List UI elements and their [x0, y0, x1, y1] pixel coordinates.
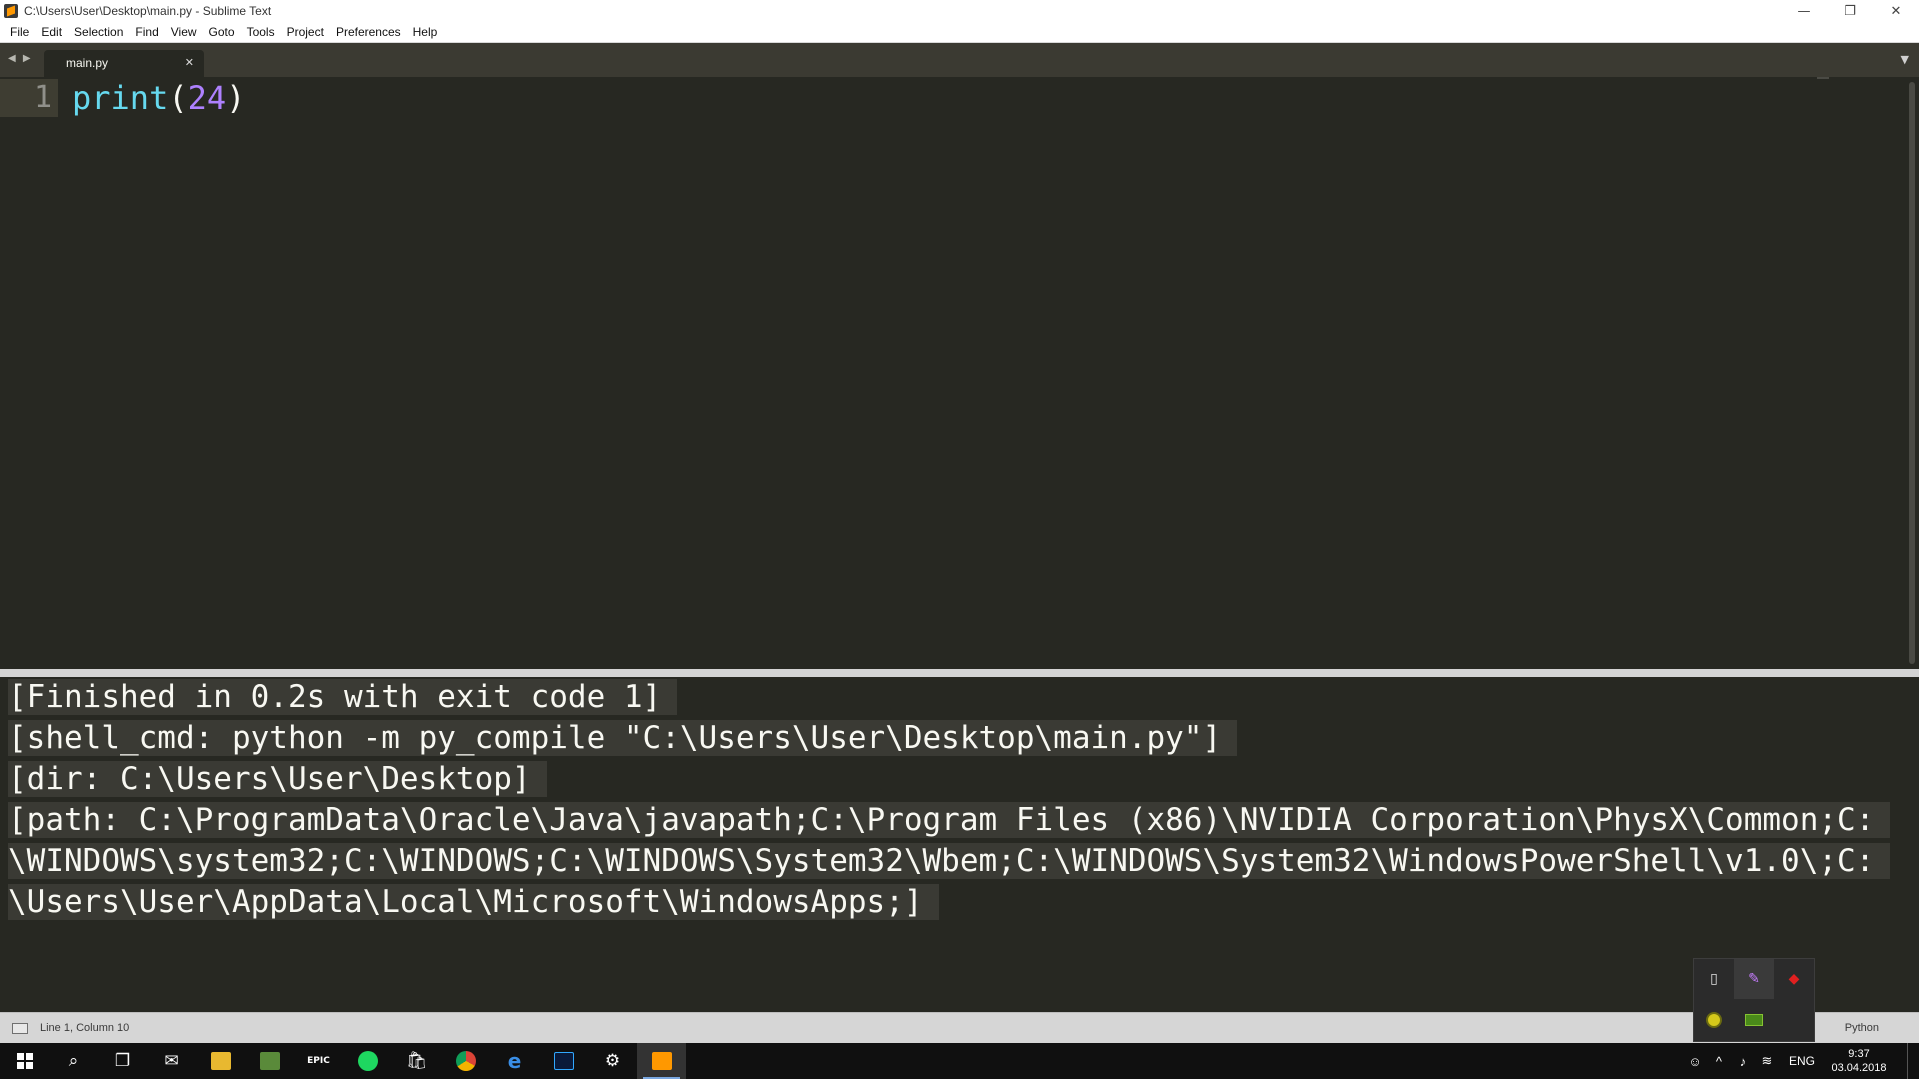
tab-close-icon[interactable]: ✕ — [185, 50, 194, 77]
menu-project[interactable]: Project — [281, 25, 330, 39]
windows-taskbar: ⌕ ❐ ✉ EPIC 🛍 e ⚙ ☺ ^ ♪ ≋ ENG 9:37 03.04.… — [0, 1043, 1919, 1079]
close-button[interactable]: ✕ — [1873, 0, 1919, 22]
show-desktop-button[interactable] — [1907, 1043, 1919, 1079]
line-gutter: 1 — [0, 77, 58, 669]
menu-find[interactable]: Find — [129, 25, 164, 39]
output-line: [path: C:\ProgramData\Oracle\Java\javapa… — [8, 800, 1911, 841]
tray-overflow-popup: ▯ ✎ ◆ — [1693, 958, 1815, 1042]
build-output-panel[interactable]: [Finished in 0.2s with exit code 1] [she… — [2, 677, 1917, 1012]
minecraft-icon[interactable] — [245, 1043, 294, 1079]
sublime-text-taskbar-icon[interactable] — [637, 1043, 686, 1079]
tab-dropdown-icon[interactable]: ▼ — [1901, 53, 1909, 66]
menu-selection[interactable]: Selection — [68, 25, 129, 39]
editor-scrollbar[interactable] — [1909, 82, 1915, 664]
menu-goto[interactable]: Goto — [203, 25, 241, 39]
edge-icon[interactable]: e — [490, 1043, 539, 1079]
clock-time: 9:37 — [1848, 1048, 1870, 1060]
syntax-selector[interactable]: Python — [1845, 1022, 1879, 1034]
chevron-up-icon[interactable]: ^ — [1707, 1054, 1731, 1069]
start-button[interactable] — [0, 1043, 49, 1079]
steam-icon[interactable]: ⚙ — [588, 1043, 637, 1079]
menu-edit[interactable]: Edit — [35, 25, 68, 39]
people-icon[interactable]: ☺ — [1683, 1054, 1707, 1069]
output-line: \Users\User\AppData\Local\Microsoft\Wind… — [8, 882, 1911, 923]
code-editor[interactable]: 1 print(24) — [0, 77, 1919, 669]
tab-bar: ◀ ▶ main.py ✕ ▼ — [0, 43, 1919, 77]
output-line: [dir: C:\Users\User\Desktop] — [8, 759, 1911, 800]
task-view-icon[interactable]: ❐ — [98, 1043, 147, 1079]
code-token-function: print — [72, 79, 169, 117]
line-number: 1 — [33, 80, 52, 115]
cursor-position: Line 1, Column 10 — [40, 1022, 130, 1034]
photoshop-icon[interactable] — [539, 1043, 588, 1079]
epic-games-icon[interactable]: EPIC — [294, 1043, 343, 1079]
volume-icon[interactable]: ♪ — [1731, 1054, 1755, 1069]
feather-app-icon[interactable]: ✎ — [1734, 959, 1774, 999]
window-title: C:\Users\User\Desktop\main.py - Sublime … — [24, 4, 272, 18]
code-token-number: 24 — [187, 79, 227, 117]
search-icon[interactable]: ⌕ — [49, 1043, 98, 1079]
tab-main-py[interactable]: main.py ✕ — [44, 50, 204, 77]
system-tray: ☺ ^ ♪ ≋ ENG 9:37 03.04.2018 — [1683, 1043, 1919, 1079]
chrome-icon[interactable] — [441, 1043, 490, 1079]
tab-navigation-arrows-icon[interactable]: ◀ ▶ — [8, 53, 33, 64]
window-controls: — ❐ ✕ — [1781, 0, 1919, 22]
spotify-icon[interactable] — [343, 1043, 392, 1079]
menu-file[interactable]: File — [4, 25, 35, 39]
output-line: [Finished in 0.2s with exit code 1] — [8, 677, 1911, 718]
minimap-viewport-marker[interactable] — [1817, 77, 1829, 79]
editor-scrollbar-thumb[interactable] — [1909, 82, 1915, 664]
clock-date: 03.04.2018 — [1831, 1062, 1887, 1074]
title-bar: C:\Users\User\Desktop\main.py - Sublime … — [0, 0, 1919, 22]
nvidia-icon[interactable] — [1734, 1000, 1774, 1040]
tab-label: main.py — [66, 56, 109, 70]
menu-bar: File Edit Selection Find View Goto Tools… — [0, 22, 1919, 43]
sublime-app-icon — [4, 4, 18, 18]
menu-view[interactable]: View — [165, 25, 203, 39]
panel-toggle-icon[interactable] — [12, 1023, 28, 1034]
code-token-open-paren: ( — [168, 79, 188, 117]
amd-radeon-icon[interactable]: ◆ — [1774, 959, 1814, 999]
windows-logo-icon — [16, 1053, 33, 1069]
tennis-ball-app-icon[interactable] — [1694, 1000, 1734, 1040]
file-explorer-icon[interactable] — [196, 1043, 245, 1079]
menu-help[interactable]: Help — [407, 25, 444, 39]
output-line: [shell_cmd: python -m py_compile "C:\Use… — [8, 718, 1911, 759]
restore-button[interactable]: ❐ — [1827, 0, 1873, 22]
usb-device-icon[interactable]: ▯ — [1694, 959, 1734, 999]
menu-preferences[interactable]: Preferences — [330, 25, 407, 39]
language-indicator[interactable]: ENG — [1789, 1054, 1815, 1068]
mail-icon[interactable]: ✉ — [147, 1043, 196, 1079]
network-icon[interactable]: ≋ — [1755, 1053, 1779, 1069]
code-line[interactable]: print(24) — [72, 79, 245, 117]
store-icon[interactable]: 🛍 — [392, 1043, 441, 1079]
clock[interactable]: 9:37 03.04.2018 — [1825, 1047, 1893, 1075]
panel-divider[interactable] — [0, 669, 1919, 677]
menu-tools[interactable]: Tools — [241, 25, 281, 39]
output-line: \WINDOWS\system32;C:\WINDOWS;C:\WINDOWS\… — [8, 841, 1911, 882]
code-token-close-paren: ) — [226, 79, 246, 117]
minimize-button[interactable]: — — [1781, 0, 1827, 22]
status-bar: Line 1, Column 10 Python — [0, 1012, 1919, 1043]
